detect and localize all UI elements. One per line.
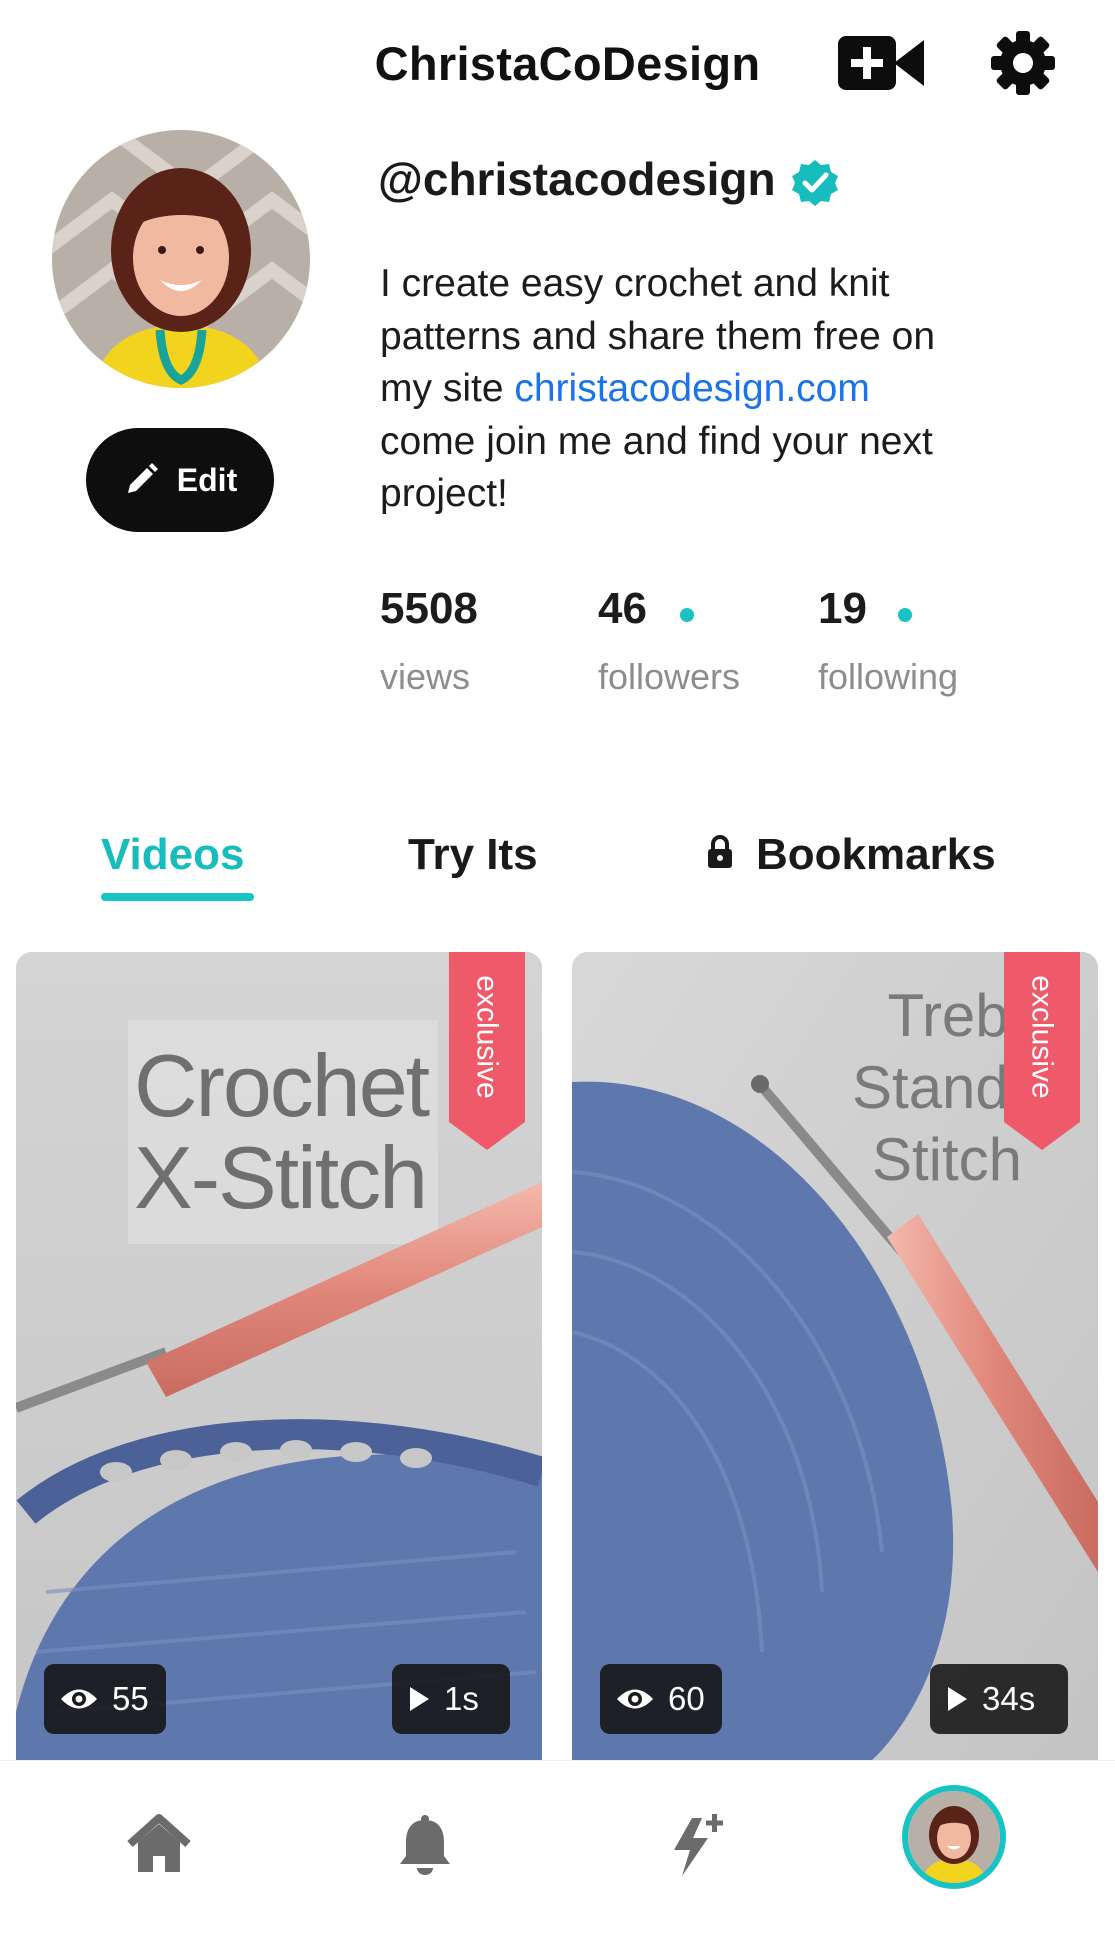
pencil-icon — [127, 463, 158, 493]
stat-followers-label[interactable]: followers — [598, 656, 740, 698]
exclusive-ribbon: exclusive — [1004, 952, 1080, 1150]
video-title-overlay: Crochet X-Stitch — [134, 1036, 430, 1227]
active-tab-indicator — [101, 893, 254, 901]
followers-new-dot — [680, 608, 694, 622]
add-video-icon[interactable] — [838, 36, 924, 90]
profile-avatar[interactable] — [902, 1785, 1006, 1889]
tab-videos[interactable]: Videos — [101, 830, 244, 880]
profile-handle: @christacodesign — [378, 153, 776, 205]
stat-followers-value[interactable]: 46 — [598, 584, 647, 634]
stat-following-label[interactable]: following — [818, 656, 958, 698]
notifications-bell-icon[interactable] — [390, 1810, 460, 1880]
lock-icon — [706, 834, 734, 870]
home-icon[interactable] — [124, 1810, 194, 1880]
video-card[interactable]: Trebl Standi Stitch exclusive 60 34s — [572, 952, 1098, 1760]
tab-bookmarks[interactable]: Bookmarks — [756, 830, 996, 880]
views-badge: 60 — [600, 1664, 722, 1734]
exclusive-ribbon: exclusive — [449, 952, 525, 1150]
play-icon — [948, 1687, 967, 1711]
bio-link[interactable]: christacodesign.com — [514, 367, 870, 410]
avatar[interactable] — [52, 130, 310, 388]
video-title-overlay: Trebl Standi Stitch — [852, 982, 1022, 1193]
page-title: ChristaCoDesign — [374, 37, 761, 90]
play-icon — [410, 1687, 429, 1711]
lightning-plus-icon[interactable] — [660, 1810, 730, 1880]
profile-bio: I create easy crochet and knit patterns … — [380, 262, 936, 515]
stat-following-value[interactable]: 19 — [818, 584, 867, 634]
verified-badge-icon — [790, 158, 840, 208]
edit-profile-button[interactable]: Edit — [86, 428, 274, 532]
duration-badge: 1s — [392, 1664, 510, 1734]
tab-try-its[interactable]: Try Its — [408, 830, 538, 880]
stat-views-value: 5508 — [380, 584, 478, 633]
eye-icon — [61, 1689, 97, 1709]
eye-icon — [617, 1689, 653, 1709]
following-new-dot — [898, 608, 912, 622]
edit-label: Edit — [176, 461, 238, 498]
stat-views-label: views — [380, 656, 471, 697]
duration-badge: 34s — [930, 1664, 1068, 1734]
settings-icon[interactable] — [990, 30, 1056, 96]
views-badge: 55 — [44, 1664, 166, 1734]
video-card[interactable]: Crochet X-Stitch exclusive 55 1s — [16, 952, 542, 1760]
